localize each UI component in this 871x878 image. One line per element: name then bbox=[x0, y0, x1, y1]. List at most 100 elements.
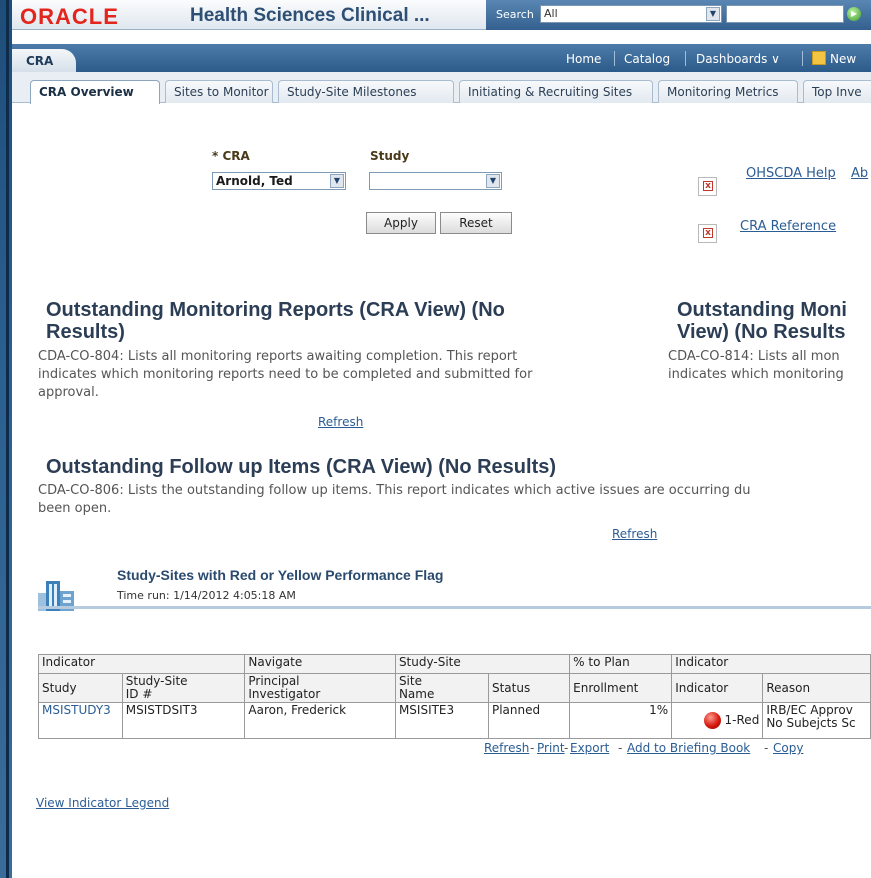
header-line: ID # bbox=[125, 687, 153, 701]
table-group-header-row: Indicator Navigate Study-Site % to Plan … bbox=[37, 654, 871, 674]
link-separator: - bbox=[564, 741, 569, 755]
chevron-down-icon[interactable]: ▼ bbox=[486, 174, 500, 188]
copy-link[interactable]: Copy bbox=[773, 741, 803, 755]
header-line: Investigator bbox=[248, 687, 321, 701]
report-description: approval. bbox=[38, 385, 99, 400]
nav-new-menu[interactable]: New bbox=[830, 52, 856, 66]
table-row: MSISTUDY3 MSISTDSIT3 Aaron, Frederick MS… bbox=[38, 702, 871, 739]
search-scope-value: All bbox=[544, 7, 558, 20]
cell-enrollment: 1% bbox=[569, 702, 673, 739]
column-header-site-id[interactable]: Study-Site ID # bbox=[121, 673, 246, 703]
apply-button[interactable]: Apply bbox=[366, 212, 436, 234]
column-header-enrollment[interactable]: Enrollment bbox=[569, 673, 673, 703]
column-header-status[interactable]: Status bbox=[487, 673, 571, 703]
study-select[interactable]: ▼ bbox=[369, 172, 502, 190]
study-link[interactable]: MSISTUDY3 bbox=[42, 703, 111, 717]
cell-indicator: 1-Red bbox=[671, 702, 764, 739]
group-header: % to Plan bbox=[569, 654, 673, 674]
refresh-link[interactable]: Refresh bbox=[318, 415, 363, 429]
column-header-study[interactable]: Study bbox=[38, 673, 123, 703]
nav-separator bbox=[614, 51, 615, 66]
study-sites-table: Indicator Navigate Study-Site % to Plan … bbox=[37, 654, 871, 739]
group-header: Navigate bbox=[244, 654, 396, 674]
cell-principal-investigator: Aaron, Frederick bbox=[244, 702, 396, 739]
print-link[interactable]: Print bbox=[537, 741, 565, 755]
reset-button[interactable]: Reset bbox=[440, 212, 512, 234]
report-title-cont: Results) bbox=[46, 321, 125, 343]
nav-separator bbox=[685, 51, 686, 66]
tab-cra-overview[interactable]: CRA Overview bbox=[30, 80, 160, 104]
refresh-link[interactable]: Refresh bbox=[484, 741, 529, 755]
dashboard-name: CRA bbox=[12, 49, 76, 72]
cell-status: Planned bbox=[487, 702, 571, 739]
report-title-cont: View) (No Results bbox=[677, 321, 846, 343]
search-scope-select[interactable]: All ▼ bbox=[540, 5, 722, 23]
new-icon[interactable] bbox=[812, 51, 826, 65]
nav-dashboards-menu[interactable]: Dashboards ∨ bbox=[696, 52, 780, 66]
column-header-principal-investigator[interactable]: Principal Investigator bbox=[244, 673, 396, 703]
cra-reference-link[interactable]: CRA Reference bbox=[740, 219, 836, 234]
add-to-briefing-book-link[interactable]: Add to Briefing Book bbox=[627, 741, 750, 755]
report-description: CDA-CO-804: Lists all monitoring reports… bbox=[38, 349, 518, 364]
section-divider bbox=[38, 606, 871, 609]
link-separator: - bbox=[530, 741, 535, 755]
app-title: Health Sciences Clinical ... bbox=[190, 5, 430, 26]
left-frame-rule bbox=[6, 0, 9, 878]
page-tabs: CRA Overview Sites to Monitor Study-Site… bbox=[12, 72, 871, 104]
search-input[interactable] bbox=[726, 5, 844, 23]
time-run: Time run: 1/14/2012 4:05:18 AM bbox=[117, 589, 296, 602]
report-description: indicates which monitoring reports need … bbox=[38, 367, 533, 382]
indicator-value: 1-Red bbox=[724, 713, 760, 727]
group-header: Study-Site bbox=[394, 654, 571, 674]
cra-select[interactable]: Arnold, Ted ▼ bbox=[212, 172, 346, 190]
chevron-down-icon[interactable]: ▼ bbox=[706, 7, 720, 21]
report-description: CDA-CO-814: Lists all mon bbox=[668, 349, 840, 364]
report-title: Outstanding Moni bbox=[677, 299, 847, 321]
tab-sites-to-monitor[interactable]: Sites to Monitor bbox=[165, 80, 273, 103]
broken-image-icon: x bbox=[698, 224, 717, 243]
link-separator: - bbox=[618, 741, 623, 755]
export-link[interactable]: Export bbox=[570, 741, 609, 755]
ohscda-help-link[interactable]: OHSCDA Help bbox=[746, 166, 836, 181]
chevron-down-icon[interactable]: ▼ bbox=[330, 174, 344, 188]
dashboard-bar: CRA Home Catalog Dashboards ∨ New bbox=[12, 44, 871, 72]
cra-label: * CRA bbox=[212, 149, 250, 163]
search-label: Search bbox=[496, 8, 534, 21]
study-label: Study bbox=[370, 149, 410, 163]
group-header: Indicator bbox=[671, 654, 871, 674]
cra-select-value: Arnold, Ted bbox=[216, 174, 293, 188]
cell-site-name: MSISITE3 bbox=[394, 702, 489, 739]
tab-monitoring-metrics[interactable]: Monitoring Metrics bbox=[658, 80, 798, 103]
broken-image-icon: x bbox=[698, 177, 717, 196]
study-sites-title: Study-Sites with Red or Yellow Performan… bbox=[117, 567, 444, 583]
tab-initiating-recruiting-sites[interactable]: Initiating & Recruiting Sites bbox=[459, 80, 653, 103]
oracle-logo: ORACLE bbox=[20, 4, 119, 29]
go-icon[interactable]: ▶ bbox=[847, 7, 861, 21]
nav-separator bbox=[802, 51, 803, 66]
top-bar: ORACLE Health Sciences Clinical ... Sear… bbox=[12, 0, 871, 30]
nav-home-link[interactable]: Home bbox=[566, 52, 601, 66]
search-area: Search All ▼ ▶ bbox=[486, 0, 871, 30]
report-description: indicates which monitoring bbox=[668, 367, 844, 382]
about-link[interactable]: Ab bbox=[851, 166, 868, 181]
cell-site-id: MSISTDSIT3 bbox=[121, 702, 246, 739]
reason-line: No Subejcts Sc bbox=[766, 716, 856, 730]
link-separator: - bbox=[764, 741, 769, 755]
column-header-reason[interactable]: Reason bbox=[762, 673, 871, 703]
tab-top-investigators[interactable]: Top Inve bbox=[803, 80, 871, 103]
report-description: been open. bbox=[38, 501, 112, 516]
nav-catalog-link[interactable]: Catalog bbox=[624, 52, 670, 66]
column-header-indicator[interactable]: Indicator bbox=[671, 673, 764, 703]
report-description: CDA-CO-806: Lists the outstanding follow… bbox=[38, 483, 751, 498]
table-column-header-row: Study Study-Site ID # Principal Investigat… bbox=[38, 673, 871, 703]
group-header: Indicator bbox=[37, 654, 246, 674]
cell-reason: IRB/EC Approv No Subejcts Sc bbox=[762, 702, 871, 739]
cell-study[interactable]: MSISTUDY3 bbox=[38, 702, 123, 739]
view-indicator-legend-link[interactable]: View Indicator Legend bbox=[36, 796, 169, 810]
red-indicator-icon bbox=[703, 712, 721, 729]
report-title: Outstanding Monitoring Reports (CRA View… bbox=[46, 299, 505, 321]
refresh-link[interactable]: Refresh bbox=[612, 527, 657, 541]
column-header-site-name[interactable]: Site Name bbox=[394, 673, 489, 703]
header-line: Name bbox=[398, 687, 435, 701]
tab-study-site-milestones[interactable]: Study-Site Milestones bbox=[278, 80, 454, 103]
